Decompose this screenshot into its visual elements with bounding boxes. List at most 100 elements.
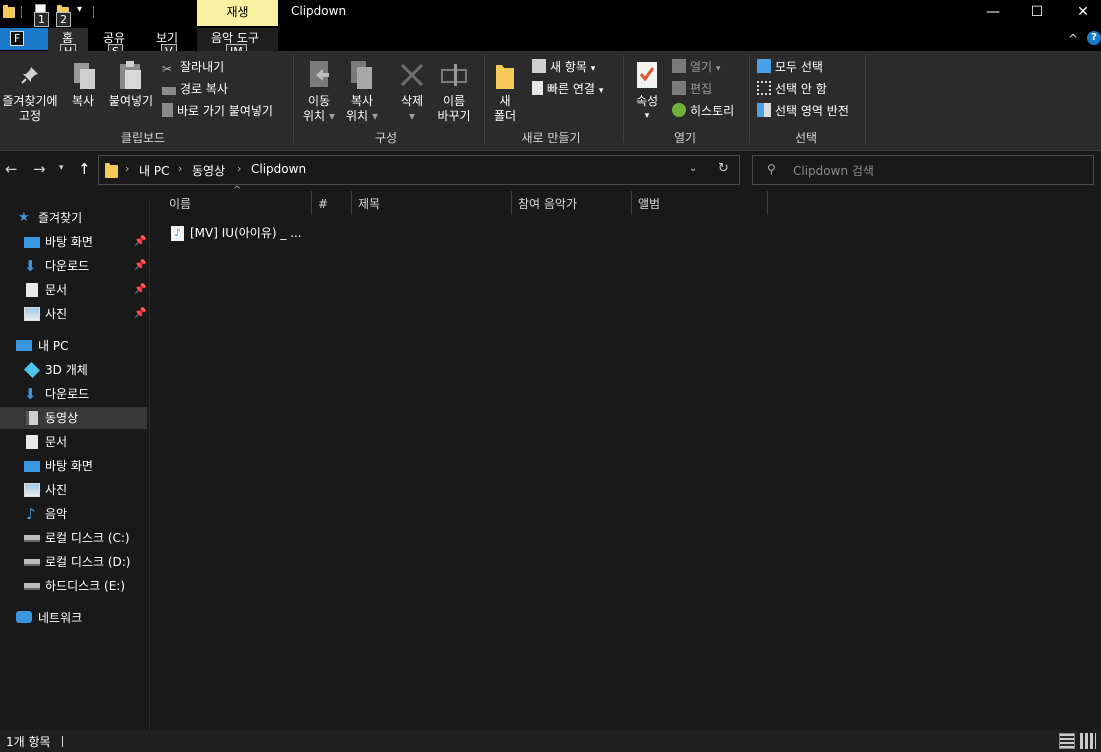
sidebar-item-music[interactable]: ♪ 음악 [0,503,147,525]
details-view-icon[interactable] [1059,733,1075,749]
recent-locations-chevron-icon[interactable]: ▾ [59,163,64,173]
edit-button[interactable]: 편집 [672,80,712,97]
search-icon: ⚲ [767,162,776,176]
sidebar-item-downloads[interactable]: ⬇ 다운로드 [0,383,147,405]
maximize-button[interactable]: ☐ [1014,0,1060,26]
tab-file[interactable]: F [0,28,48,50]
column-header-artists[interactable]: 참여 음악가 [518,191,577,217]
move-to-button[interactable]: 이동 위치 ▾ [300,94,338,124]
sidebar-item-quick-access[interactable]: ★ 즐겨찾기 [0,207,147,229]
sidebar-label: 바탕 화면 [45,235,93,249]
sidebar-item-videos[interactable]: 동영상 [0,407,147,429]
open-button[interactable]: 열기 ▾ [672,58,720,75]
column-divider[interactable] [311,191,312,215]
delete-button[interactable]: 삭제 ▾ [394,94,430,124]
paste-button[interactable]: 붙여넣기 [104,94,158,109]
sidebar-item-pictures-pinned[interactable]: 사진 📌 [0,303,147,325]
breadcrumb-my-pc[interactable]: 내 PC [139,162,169,179]
breadcrumb-separator-icon: › [125,162,130,175]
history-button[interactable]: 히스토리 [672,102,734,119]
history-label: 히스토리 [690,104,735,118]
sidebar-label: 로컬 디스크 (C:) [45,531,130,545]
select-none-button[interactable]: 선택 안 함 [757,80,827,97]
back-arrow-icon[interactable]: ← [5,160,18,178]
copy-path-button[interactable]: 경로 복사 [162,80,228,97]
properties-icon [637,62,657,88]
sidebar-item-desktop-pinned[interactable]: 바탕 화면 📌 [0,231,147,253]
help-icon[interactable]: ? [1087,31,1101,45]
sidebar-item-pictures[interactable]: 사진 [0,479,147,501]
sidebar-item-drive-c[interactable]: 로컬 디스크 (C:) [0,527,147,549]
pictures-icon [24,307,40,321]
move-to-label-line2: 위치 ▾ [300,109,338,124]
copy-to-button[interactable]: 복사 위치 ▾ [342,94,382,124]
pin-icon: 📌 [134,308,147,319]
sidebar-item-downloads-pinned[interactable]: ⬇ 다운로드 📌 [0,255,147,277]
copy-button[interactable]: 복사 [66,94,100,109]
video-icon [26,411,38,425]
breadcrumb-clipdown[interactable]: Clipdown [251,162,306,176]
column-divider[interactable] [511,191,512,215]
sidebar-item-desktop[interactable]: 바탕 화면 [0,455,147,477]
sidebar-item-documents-pinned[interactable]: 문서 📌 [0,279,147,301]
invert-selection-button[interactable]: 선택 영역 반전 [757,102,849,119]
delete-label: 삭제 [400,94,424,108]
refresh-icon[interactable]: ↻ [718,161,729,176]
new-folder-icon [496,65,514,89]
sidebar-item-drive-d[interactable]: 로컬 디스크 (D:) [0,551,147,573]
properties-button[interactable]: 속성 ▾ [629,94,665,124]
breadcrumb-videos[interactable]: 동영상 [192,162,225,179]
address-history-chevron-icon[interactable]: ⌄ [689,163,697,174]
copy-to-label-line2: 위치 ▾ [342,109,382,124]
select-all-button[interactable]: 모두 선택 [757,58,823,75]
new-item-icon [532,59,546,73]
music-note-icon: ♪ [26,505,36,523]
sidebar-item-network[interactable]: 네트워크 [0,607,147,629]
up-arrow-icon[interactable]: ↑ [78,160,91,178]
dropdown-arrow-icon: ▾ [371,109,378,123]
minimize-button[interactable]: — [970,0,1016,26]
collapse-ribbon-icon[interactable]: ^ [1068,32,1078,46]
customize-quick-access-icon[interactable]: ▾ [77,4,82,15]
easy-access-button[interactable]: 빠른 연결 ▾ [532,80,603,97]
group-separator [484,55,485,143]
search-box[interactable]: ⚲ Clipdown 검색 [752,155,1094,185]
column-header-album[interactable]: 앨범 [638,191,660,217]
column-divider[interactable] [767,191,768,215]
cut-button[interactable]: ✂ 잘라내기 [162,58,224,76]
column-header-title[interactable]: 제목 [358,191,380,217]
easy-access-label: 빠른 연결 [547,82,595,96]
paste-shortcut-button[interactable]: 바로 가기 붙여넣기 [162,102,273,119]
sidebar-item-documents[interactable]: 문서 [0,431,147,453]
pin-to-quick-access-button[interactable]: 즐겨찾기에 고정 [0,94,60,124]
column-divider[interactable] [351,191,352,215]
sidebar-label: 음악 [45,507,68,521]
sidebar-item-this-pc[interactable]: 내 PC [0,335,147,357]
column-header-track-number[interactable]: # [318,191,328,217]
forward-arrow-icon[interactable]: → [33,160,46,178]
rename-icon [441,64,467,86]
large-icons-view-icon[interactable] [1080,733,1096,749]
pin-label-line1: 즐겨찾기에 [2,94,58,108]
close-button[interactable]: ✕ [1060,0,1101,26]
new-item-button[interactable]: 새 항목 ▾ [532,58,595,75]
copy-to-label-line1: 복사 [350,94,374,108]
breadcrumb-separator-icon: › [237,162,242,175]
dropdown-arrow-icon: ▾ [408,109,416,123]
column-header-name[interactable]: 이름 [169,191,191,217]
pin-icon: 📌 [134,284,147,295]
column-divider[interactable] [631,191,632,215]
rename-button[interactable]: 이름 바꾸기 [432,94,476,124]
address-bar[interactable]: › 내 PC › 동영상 › Clipdown ⌄ ↻ [98,155,740,185]
sidebar-item-drive-e[interactable]: 하드디스크 (E:) [0,575,147,597]
sidebar-item-3d-objects[interactable]: 3D 개체 [0,359,147,381]
copy-to-label-text: 위치 [346,109,369,123]
group-separator [623,55,624,143]
rename-label-line2: 바꾸기 [437,109,471,123]
dropdown-arrow-icon: ▾ [328,109,335,123]
delete-icon [400,63,424,87]
new-folder-button[interactable]: 새 폴더 [487,94,523,124]
download-icon: ⬇ [24,257,37,275]
quick-access-divider [21,6,22,18]
copy-icon [74,63,95,89]
